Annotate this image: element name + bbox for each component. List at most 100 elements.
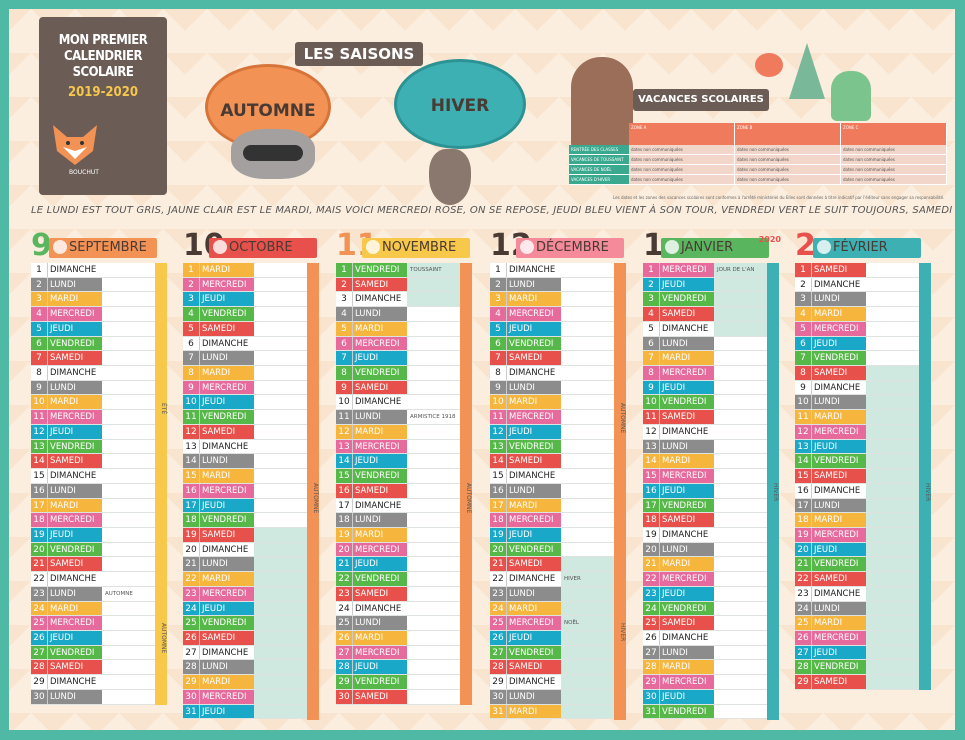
day-name: MARDI [507, 292, 561, 307]
day-number: 13 [795, 439, 812, 454]
day-name: MERCREDI [507, 513, 561, 527]
day-row: 27 DIMANCHE [183, 645, 307, 661]
day-note [102, 425, 155, 439]
cactus-icon [831, 71, 871, 121]
day-number: 7 [336, 351, 353, 366]
day-number: 19 [183, 527, 200, 542]
day-number: 28 [183, 660, 200, 675]
day-name: LUNDI [660, 542, 714, 557]
vac-cell: dates non communiquées [841, 155, 947, 164]
day-row: 17 MARDI [490, 498, 614, 514]
day-number: 31 [183, 704, 200, 719]
day-number: 27 [31, 645, 48, 660]
day-name: MERCREDI [507, 410, 561, 424]
day-note [561, 675, 614, 689]
day-row: 6 LUNDI [643, 336, 767, 352]
day-row: 29 DIMANCHE [490, 675, 614, 690]
day-note [866, 366, 919, 380]
title-board: MON PREMIER CALENDRIER SCOLAIRE 2019-202… [39, 17, 167, 195]
day-number: 7 [31, 351, 48, 366]
day-row: 8 SAMEDI [795, 366, 919, 381]
day-note [102, 440, 155, 454]
day-name: DIMANCHE [660, 321, 714, 336]
day-row: 2 SAMEDI [336, 277, 460, 293]
day-note [866, 263, 919, 277]
day-number: 5 [31, 321, 48, 336]
day-row: 7 MARDI [643, 351, 767, 367]
day-number: 21 [336, 557, 353, 572]
day-number: 9 [795, 380, 812, 395]
day-note [407, 499, 460, 513]
day-row: 28 VENDREDI [795, 660, 919, 676]
day-row: 11 VENDREDI [183, 410, 307, 425]
day-number: 17 [490, 498, 507, 513]
day-name: LUNDI [812, 395, 866, 410]
day-name: MERCREDI [353, 439, 407, 454]
day-number: 14 [183, 454, 200, 469]
day-number: 11 [490, 410, 507, 424]
day-number: 17 [183, 498, 200, 513]
day-number: 22 [643, 572, 660, 586]
day-number: 21 [31, 557, 48, 572]
day-row: 13 VENDREDI [490, 439, 614, 455]
day-row: 12 DIMANCHE [643, 424, 767, 440]
day-name: VENDREDI [812, 351, 866, 366]
day-row: 25 MARDI [795, 616, 919, 631]
day-note [407, 602, 460, 616]
day-row: 12 JEUDI [31, 424, 155, 440]
day-number: 19 [795, 527, 812, 542]
day-note [866, 337, 919, 351]
day-number: 20 [795, 542, 812, 557]
day-row: 22 SAMEDI [795, 572, 919, 587]
day-name: JEUDI [660, 586, 714, 601]
day-row: 6 DIMANCHE [183, 336, 307, 352]
day-name: DIMANCHE [507, 675, 561, 689]
animal-icon [665, 240, 679, 254]
day-note [866, 292, 919, 306]
day-name: SAMEDI [660, 307, 714, 321]
day-row: 3 MARDI [490, 292, 614, 308]
day-row: 25 MERCREDI NOËL [490, 616, 614, 631]
day-row: 24 VENDREDI [643, 601, 767, 617]
day-note [254, 292, 307, 306]
day-note [561, 543, 614, 557]
day-row: 10 MARDI [490, 395, 614, 411]
day-name: JEUDI [353, 660, 407, 675]
day-number: 24 [643, 601, 660, 616]
month-column-décembre: 12 DÉCEMBRE 1 DIMANCHE 2 LUNDI 3 MARDI 4 MERCREDI… [490, 230, 628, 720]
day-note [561, 278, 614, 292]
day-name: MERCREDI [812, 630, 866, 645]
day-number: 15 [643, 469, 660, 483]
day-row: 25 MERCREDI [31, 616, 155, 631]
day-note [561, 307, 614, 321]
day-name: JEUDI [660, 277, 714, 292]
day-note [561, 351, 614, 365]
day-name: LUNDI [48, 277, 102, 292]
day-note: AUTOMNE [105, 590, 133, 597]
day-note [866, 572, 919, 586]
day-row: 11 MARDI [795, 410, 919, 425]
day-row: 1 VENDREDI TOUSSAINT [336, 263, 460, 278]
year-label: 2020 [758, 235, 781, 244]
month-name: JANVIER 2020 [661, 235, 781, 258]
day-row: 27 VENDREDI [490, 645, 614, 661]
day-name: VENDREDI [660, 395, 714, 410]
day-name: LUNDI [48, 380, 102, 395]
month-column-novembre: 11 NOVEMBRE 1 VENDREDI TOUSSAINT 2 SAMEDI 3 DIMA… [336, 230, 474, 720]
vac-cell: dates non communiquées [735, 165, 841, 174]
day-name: JEUDI [48, 321, 102, 336]
zone-a: ZONE A [629, 123, 735, 145]
day-row: 14 MARDI [643, 454, 767, 470]
day-number: 19 [490, 527, 507, 542]
day-number: 25 [336, 616, 353, 630]
day-name: MARDI [48, 292, 102, 307]
day-number: 27 [183, 645, 200, 660]
day-number: 13 [643, 439, 660, 454]
vac-row-label: VACANCES DE TOUSSAINT [569, 155, 629, 164]
day-name: DIMANCHE [353, 498, 407, 513]
day-number: 6 [795, 336, 812, 351]
day-row: 23 DIMANCHE [795, 586, 919, 602]
day-row: 7 LUNDI [183, 351, 307, 367]
day-row: 18 MARDI [795, 513, 919, 528]
day-note [407, 660, 460, 674]
